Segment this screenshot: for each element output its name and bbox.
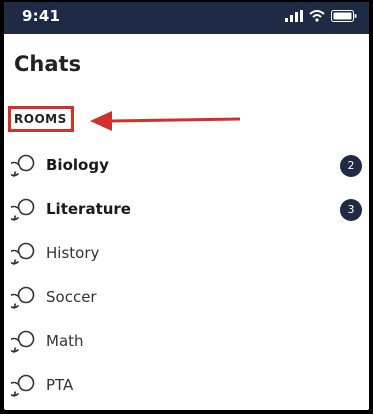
status-icons	[285, 10, 357, 22]
phone-screen: 9:41 Chats ROOMS Biology 2 Literature 3 …	[4, 2, 369, 410]
unread-badge: 2	[340, 155, 362, 177]
room-item-biology[interactable]: Biology 2	[4, 144, 369, 188]
room-name: History	[46, 244, 100, 262]
arrow-left-icon	[90, 111, 241, 131]
signal-icon	[285, 10, 303, 22]
room-item-soccer[interactable]: Soccer	[4, 276, 369, 320]
chat-bubbles-icon	[11, 330, 35, 353]
room-item-literature[interactable]: Literature 3	[4, 188, 369, 232]
unread-badge: 3	[340, 199, 362, 221]
room-name: Literature	[46, 200, 131, 218]
chat-bubbles-icon	[11, 198, 35, 221]
room-name: Soccer	[46, 288, 97, 306]
chat-bubbles-icon	[11, 374, 35, 397]
room-item-math[interactable]: Math	[4, 320, 369, 364]
room-item-pta[interactable]: PTA	[4, 364, 369, 408]
status-time: 9:41	[22, 7, 61, 25]
room-name: Math	[46, 332, 84, 350]
page-title: Chats	[14, 52, 82, 76]
rooms-list: Biology 2 Literature 3 History Soccer Ma…	[4, 144, 369, 408]
chat-bubbles-icon	[11, 242, 35, 265]
status-bar: 9:41	[4, 2, 369, 34]
wifi-icon	[309, 10, 325, 22]
chat-bubbles-icon	[11, 154, 35, 177]
room-name: PTA	[46, 376, 74, 394]
room-name: Biology	[46, 156, 109, 174]
section-label-rooms: ROOMS	[14, 112, 67, 126]
room-item-history[interactable]: History	[4, 232, 369, 276]
chat-bubbles-icon	[11, 286, 35, 309]
battery-icon	[331, 10, 357, 22]
